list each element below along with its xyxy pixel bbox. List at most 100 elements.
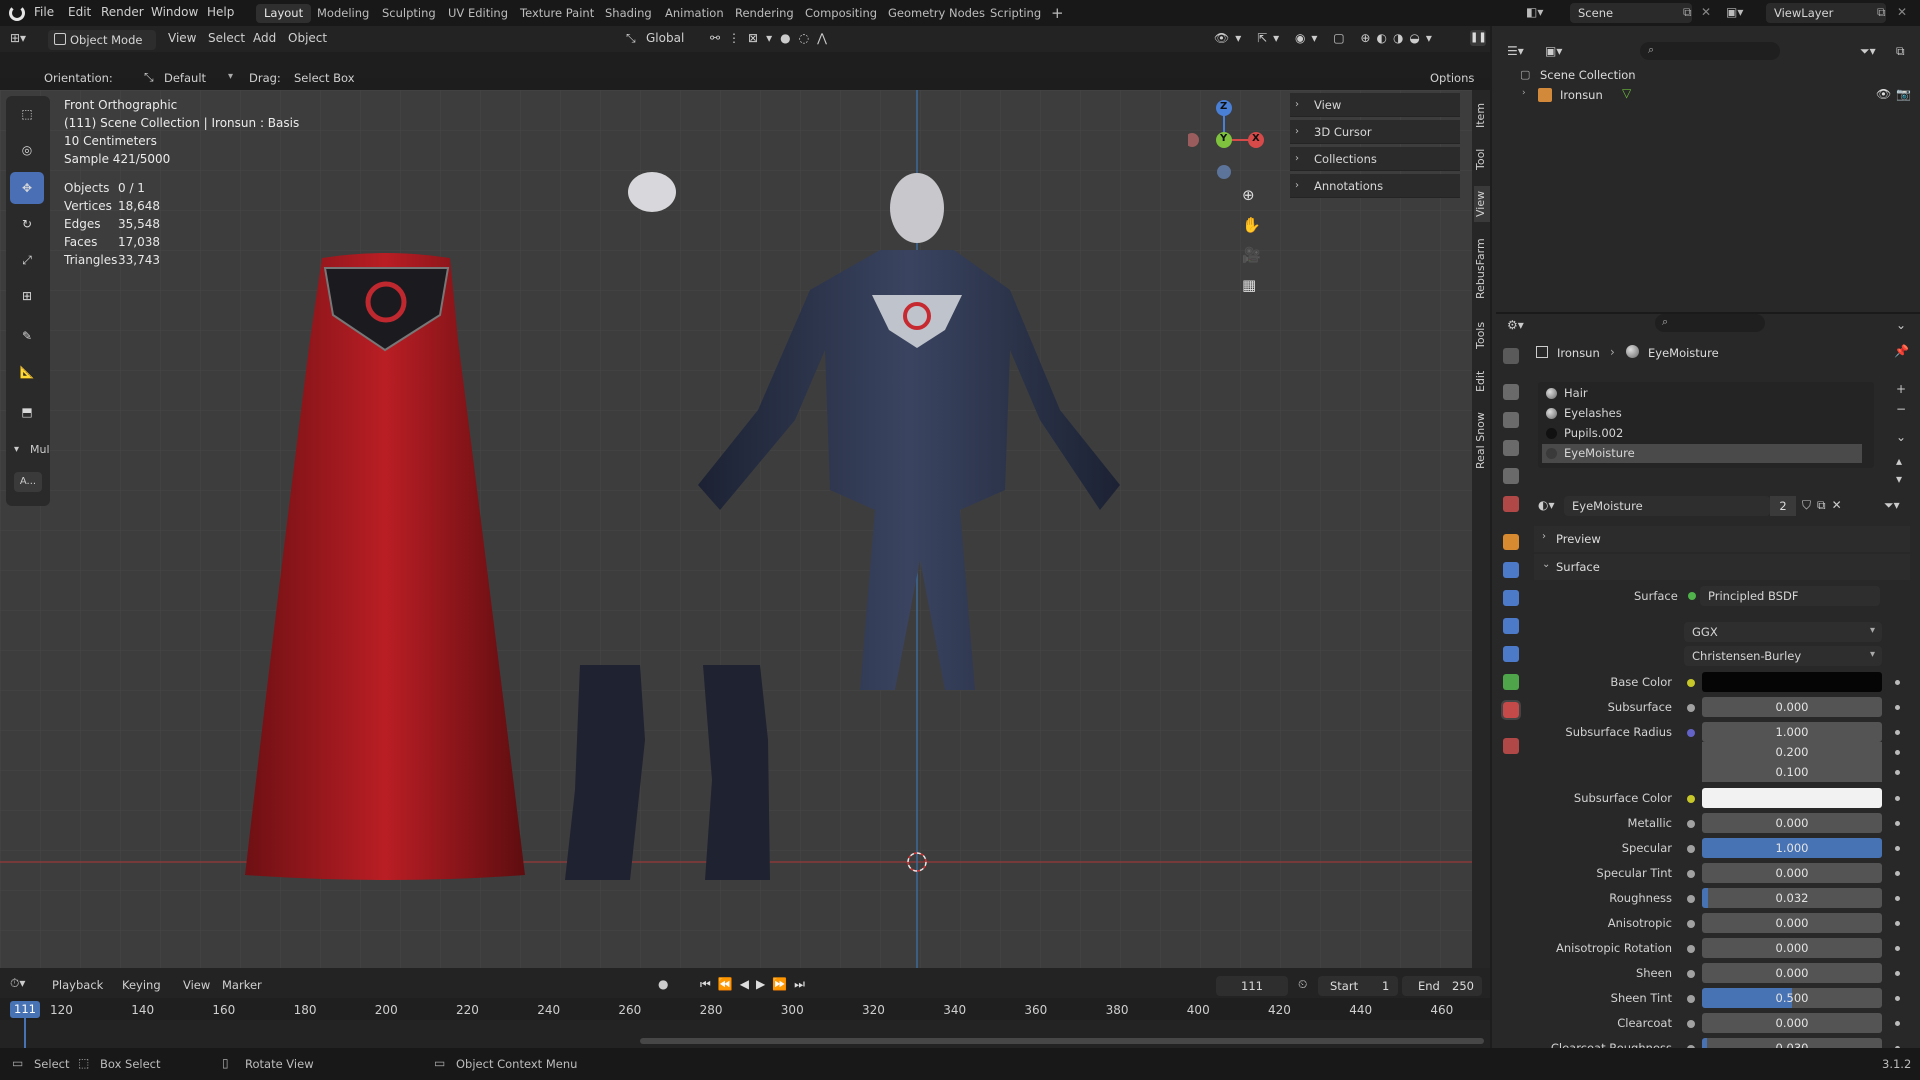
material-slot-eyemoisture[interactable]: EyeMoisture [1542, 444, 1862, 463]
ortho-grid-icon[interactable]: ▦ [1242, 276, 1256, 294]
viewport-shading-icons[interactable]: 👁▾ ⇱▾ ◉▾ ▢ ⊕◐◑◒▾ [1214, 31, 1438, 45]
display-mode-icon[interactable]: ▣▾ [1545, 44, 1562, 58]
property-value-field[interactable]: 0.000 [1702, 813, 1882, 833]
material-tab-icon[interactable] [1501, 700, 1521, 720]
menu-edit[interactable]: Edit [68, 5, 91, 19]
physics-tab-icon[interactable] [1503, 618, 1519, 634]
pan-hand-icon[interactable]: ✋ [1242, 216, 1261, 234]
remove-scene-icon[interactable]: ✕ [1701, 5, 1711, 19]
options-dropdown[interactable]: Options [1430, 71, 1474, 85]
new-collection-icon[interactable]: ⧉ [1896, 44, 1905, 59]
cursor-tool-icon[interactable]: ◎ [10, 134, 44, 166]
socket-dot[interactable] [1687, 704, 1695, 712]
socket-dot[interactable] [1687, 920, 1695, 928]
menu-add[interactable]: Add [253, 31, 276, 45]
socket-dot[interactable] [1687, 679, 1695, 687]
chevron-down-icon[interactable]: ⌄ [1896, 318, 1906, 332]
socket-dot[interactable] [1687, 795, 1695, 803]
npanel-annotations[interactable]: Annotations [1290, 174, 1460, 198]
zoom-icon[interactable]: ⊕ [1242, 186, 1255, 204]
menu-help[interactable]: Help [207, 5, 234, 19]
tab-uv-editing[interactable]: UV Editing [440, 4, 516, 23]
pin-icon[interactable]: 📌 [1894, 344, 1909, 358]
remove-slot-icon[interactable]: − [1896, 402, 1906, 416]
tab-shading[interactable]: Shading [597, 4, 660, 23]
property-value-field[interactable]: 0.000 [1702, 938, 1882, 958]
tab-modeling[interactable]: Modeling [309, 4, 377, 23]
socket-dot[interactable] [1687, 945, 1695, 953]
property-value-field[interactable] [1702, 672, 1882, 692]
mul-panel-label[interactable]: Mul [30, 443, 50, 456]
blender-logo-icon[interactable] [9, 5, 25, 21]
filter-icon[interactable]: ⏷▾ [1860, 44, 1876, 59]
user-count[interactable]: 2 [1770, 496, 1796, 516]
property-value-field[interactable]: 0.500 [1702, 988, 1882, 1008]
keyframe-dot-icon[interactable] [1895, 821, 1900, 826]
outliner-object-ironsun[interactable]: Ironsun [1560, 88, 1603, 102]
socket-dot[interactable] [1687, 895, 1695, 903]
texture-tab-icon[interactable] [1503, 738, 1519, 754]
world-tab-icon[interactable] [1503, 496, 1519, 512]
keyframe-dot-icon[interactable] [1895, 846, 1900, 851]
property-value-field[interactable]: 1.000 [1702, 838, 1882, 858]
tab-scripting[interactable]: Scripting [982, 4, 1049, 23]
keyframe-dot-icon[interactable] [1895, 871, 1900, 876]
npanel-view[interactable]: View [1290, 93, 1460, 117]
add-slot-icon[interactable]: + [1896, 382, 1906, 396]
keyframe-dot-icon[interactable] [1895, 730, 1900, 735]
property-value-field[interactable]: 1.000 [1702, 722, 1882, 742]
material-slot-pupils[interactable]: Pupils.002 [1542, 424, 1862, 443]
socket-dot[interactable] [1687, 995, 1695, 1003]
subsurface-method-dropdown[interactable]: Christensen-Burley [1684, 646, 1882, 666]
material-browse-icon[interactable]: ◐▾ [1538, 498, 1555, 512]
scale-tool-icon[interactable]: ⤢ [10, 244, 44, 276]
addon-button[interactable]: A... [14, 472, 42, 492]
vtab-view[interactable]: View [1474, 186, 1490, 222]
scene-selector[interactable]: Scene [1570, 3, 1692, 23]
keyframe-dot-icon[interactable] [1895, 896, 1900, 901]
npanel-3d-cursor[interactable]: 3D Cursor [1290, 120, 1460, 144]
pivot-snap-icons[interactable]: ⚯⋮⊠▾●◌⋀ [710, 31, 835, 45]
viewlayer-selector[interactable]: ViewLayer [1766, 3, 1886, 23]
playback-menu[interactable]: Playback [52, 978, 103, 992]
mul-chevron-icon[interactable]: ▾ [14, 444, 19, 455]
property-value-field[interactable]: 0.200 [1702, 742, 1882, 762]
property-value-field[interactable]: 0.000 [1702, 697, 1882, 717]
property-value-field[interactable]: 0.000 [1702, 1013, 1882, 1033]
keyframe-dot-icon[interactable] [1895, 705, 1900, 710]
keyframe-dot-icon[interactable] [1895, 946, 1900, 951]
vtab-rebusfarm[interactable]: RebusFarm [1474, 234, 1490, 304]
remove-viewlayer-icon[interactable]: ✕ [1897, 5, 1907, 19]
keyframe-dot-icon[interactable] [1895, 750, 1900, 755]
timeline-editor-icon[interactable]: ⏱▾ [10, 976, 25, 991]
property-value-field[interactable]: 0.000 [1702, 863, 1882, 883]
keyframe-dot-icon[interactable] [1895, 971, 1900, 976]
tab-sculpting[interactable]: Sculpting [374, 4, 444, 23]
new-scene-icon[interactable]: ⧉ [1683, 5, 1692, 20]
surface-shader-field[interactable]: Principled BSDF [1700, 586, 1880, 606]
property-value-field[interactable] [1702, 788, 1882, 808]
material-link-icon[interactable]: ⏷▾ [1884, 498, 1900, 513]
drag-dropdown[interactable]: Select Box [294, 71, 355, 85]
vtab-tools[interactable]: Tools [1474, 316, 1490, 354]
vtab-real-snow[interactable]: Real Snow [1474, 408, 1490, 474]
move-up-icon[interactable]: ▴ [1896, 454, 1902, 468]
annotate-tool-icon[interactable]: ✎ [10, 320, 44, 352]
render-camera-icon[interactable]: 📷 [1896, 87, 1911, 101]
move-tool-icon[interactable]: ✥ [10, 172, 44, 204]
visibility-eye-icon[interactable]: 👁 [1876, 87, 1891, 101]
keyframe-dot-icon[interactable] [1895, 921, 1900, 926]
playback-controls-icon[interactable]: ⏮⏪◀▶⏩⏭ [700, 977, 812, 992]
transform-orientation-dropdown[interactable]: Global [646, 31, 684, 45]
property-value-field[interactable]: 0.100 [1702, 762, 1882, 782]
socket-dot[interactable] [1687, 845, 1695, 853]
socket-dot[interactable] [1687, 729, 1695, 737]
properties-search-input[interactable] [1655, 314, 1765, 332]
render-tab-icon[interactable] [1503, 384, 1519, 400]
marker-menu[interactable]: Marker [222, 978, 262, 992]
timer-icon[interactable]: ⏲ [1298, 977, 1307, 992]
scene-collection-label[interactable]: Scene Collection [1540, 68, 1636, 82]
keyframe-dot-icon[interactable] [1895, 1021, 1900, 1026]
tab-compositing[interactable]: Compositing [797, 4, 885, 23]
data-tab-icon[interactable] [1503, 674, 1519, 690]
